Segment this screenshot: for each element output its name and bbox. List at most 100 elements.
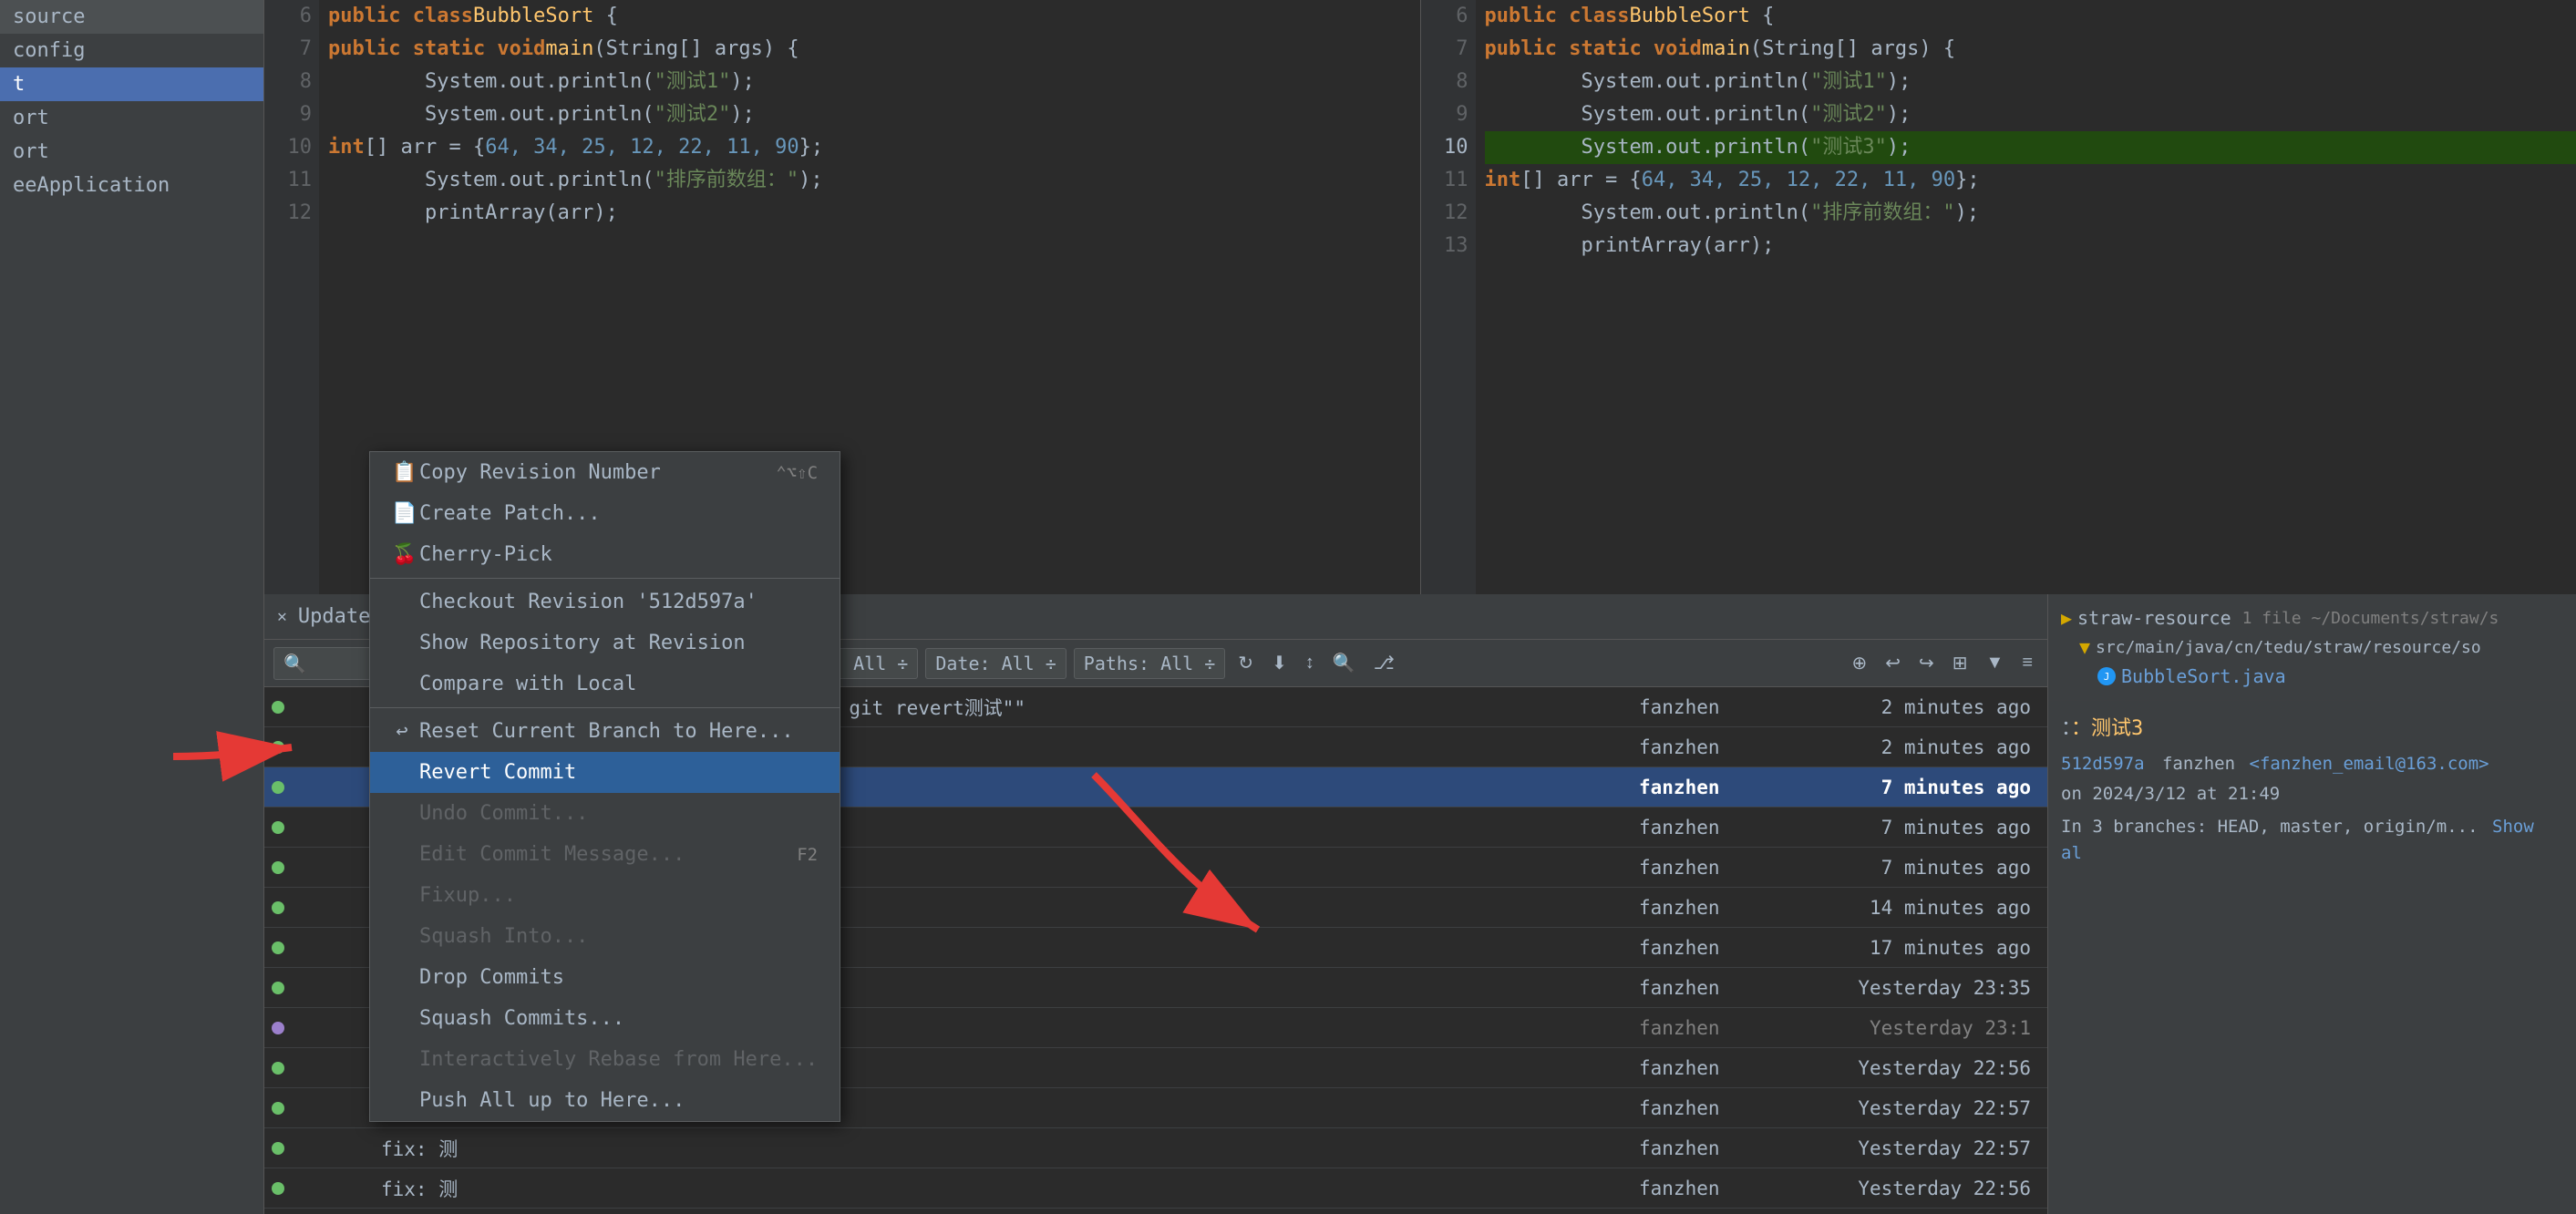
ctx-reset-branch[interactable]: ↩Reset Current Branch to Here... [370, 711, 840, 752]
line-numbers-left: 6 7 8 9 10 11 12 [264, 0, 319, 594]
ctx-fixup[interactable]: Fixup... [370, 875, 840, 916]
git-date: Yesterday 23:35 [1785, 977, 2040, 999]
undo-btn[interactable]: ↩ [1880, 648, 1906, 678]
git-msg: fix: 测 [381, 1175, 1639, 1202]
file-tree-sub[interactable]: ▼ src/main/java/cn/tedu/straw/resource/s… [2061, 633, 2563, 662]
copy-icon: 📋 [392, 461, 412, 484]
ctx-edit-commit-msg[interactable]: Edit Commit Message... F2 [370, 834, 840, 875]
ctx-squash-commits[interactable]: Squash Commits... [370, 998, 840, 1039]
sidebar-item-t[interactable]: t [0, 67, 263, 101]
commit-email: <fanzhen_email@163.com> [2250, 754, 2489, 774]
git-date: Yesterday 23:1 [1785, 1017, 2040, 1039]
ctx-show-repo[interactable]: Show Repository at Revision [370, 622, 840, 664]
code-lines-right: public class BubbleSort { public static … [1476, 0, 2576, 594]
file-count-hint: 1 file ~/Documents/straw/s [2242, 609, 2499, 628]
file-tree-file[interactable]: J BubbleSort.java [2061, 662, 2563, 691]
git-date: 14 minutes ago [1785, 897, 2040, 919]
git-date: 2 minutes ago [1785, 696, 2040, 718]
git-log-row[interactable]: fix: 测 fanzhen Yesterday 22:57 [264, 1128, 2047, 1168]
sub-path: src/main/java/cn/tedu/straw/resource/so [2096, 638, 2481, 657]
ctx-revert-commit[interactable]: Revert Commit [370, 752, 840, 793]
git-graph-col [272, 687, 381, 726]
sidebar-item-source[interactable]: source [0, 0, 263, 34]
filter-btn[interactable]: ▼ [1981, 649, 2010, 677]
paths-filter[interactable]: Paths: All ÷ [1074, 648, 1226, 679]
file-tree-section: ▶ straw-resource 1 file ~/Documents/stra… [2048, 594, 2576, 701]
ctx-interactive-rebase[interactable]: Interactively Rebase from Here... [370, 1039, 840, 1080]
date-filter[interactable]: Date: All ÷ [925, 648, 1066, 679]
git-graph-col [272, 767, 381, 807]
grid-btn[interactable]: ⊞ [1947, 648, 1973, 678]
commit-date-line: on 2024/3/12 at 21:49 [2061, 781, 2563, 808]
git-msg: fix: 测 [381, 1135, 1639, 1162]
ctx-push-all[interactable]: Push All up to Here... [370, 1080, 840, 1121]
git-user: fanzhen [1639, 696, 1785, 718]
refresh-btn[interactable]: ↻ [1232, 648, 1259, 678]
git-graph-col [272, 1088, 381, 1127]
sort-btn[interactable]: ↕ [1300, 649, 1320, 677]
commit-hash-line: 512d597a fanzhen <fanzhen_email@163.com> [2061, 751, 2563, 777]
git-user: fanzhen [1639, 1097, 1785, 1119]
more-btn[interactable]: ≡ [2016, 649, 2038, 677]
ctx-undo-commit[interactable]: Undo Commit... [370, 793, 840, 834]
git-log-row[interactable]: fix: 测 fanzhen Yesterday 22:56 [264, 1168, 2047, 1209]
root-name: straw-resource [2077, 607, 2231, 629]
commit-hash: 512d597a [2061, 754, 2145, 774]
sidebar-item-eeapp[interactable]: eeApplication [0, 169, 263, 202]
git-graph-col [272, 1048, 381, 1087]
sidebar-item-ort2[interactable]: ort [0, 135, 263, 169]
commit-author: fanzhen [2162, 754, 2235, 774]
navigate-btn[interactable]: ⊕ [1846, 648, 1872, 678]
git-graph-col [272, 968, 381, 1007]
git-date: Yesterday 22:57 [1785, 1097, 2040, 1119]
java-file-icon: J [2097, 667, 2116, 685]
right-panel: ▶ straw-resource 1 file ~/Documents/stra… [2047, 594, 2576, 1214]
ctx-compare-local[interactable]: Compare with Local [370, 664, 840, 705]
ctx-squash-into[interactable]: Squash Into... [370, 916, 840, 957]
git-graph-col [272, 888, 381, 927]
git-user: fanzhen [1639, 817, 1785, 838]
sidebar-item-config[interactable]: config [0, 34, 263, 67]
git-log-row[interactable]: fix: # fanzhen Yesterday 22:54 [264, 1209, 2047, 1214]
patch-icon: 📄 [392, 502, 412, 525]
ctx-create-patch[interactable]: 📄Create Patch... [370, 493, 840, 534]
ctx-separator [370, 578, 840, 579]
ctx-drop-commits[interactable]: Drop Commits [370, 957, 840, 998]
git-user: fanzhen [1639, 897, 1785, 919]
search-log-btn[interactable]: 🔍 [1327, 648, 1361, 678]
git-date: Yesterday 22:56 [1785, 1057, 2040, 1079]
search-icon: 🔍 [283, 653, 306, 674]
file-name: BubbleSort.java [2121, 665, 2286, 687]
git-graph-col [272, 1128, 381, 1168]
fetch-btn[interactable]: ⬇ [1266, 648, 1293, 678]
git-graph-col [272, 1209, 381, 1214]
git-graph-col [272, 808, 381, 847]
git-date: Yesterday 22:57 [1785, 1137, 2040, 1159]
git-graph-col [272, 848, 381, 887]
ctx-checkout-revision[interactable]: Checkout Revision '512d597a' [370, 581, 840, 622]
git-user: fanzhen [1639, 1017, 1785, 1039]
sidebar-item-ort1[interactable]: ort [0, 101, 263, 135]
folder-icon: ▼ [2079, 636, 2090, 658]
git-graph-col [272, 928, 381, 967]
ctx-cherry-pick[interactable]: 🍒Cherry-Pick [370, 534, 840, 575]
branch-view-btn[interactable]: ⎇ [1368, 648, 1400, 678]
ctx-copy-revision[interactable]: 📋Copy Revision Number ⌃⌥⇧C [370, 452, 840, 493]
ctx-separator [370, 707, 840, 708]
git-user: fanzhen [1639, 977, 1785, 999]
git-user: fanzhen [1639, 857, 1785, 879]
commit-subject: ：：测试3 [2061, 714, 2563, 744]
git-user: fanzhen [1639, 1137, 1785, 1159]
git-date: 7 minutes ago [1785, 857, 2040, 879]
file-tree-root[interactable]: ▶ straw-resource 1 file ~/Documents/stra… [2061, 603, 2563, 633]
git-graph-col [272, 1008, 381, 1047]
git-date: Yesterday 22:56 [1785, 1178, 2040, 1199]
context-menu: 📋Copy Revision Number ⌃⌥⇧C 📄Create Patch… [369, 451, 840, 1122]
panel-close-left[interactable]: ✕ [277, 607, 287, 626]
sidebar: source config t ort ort eeApplication [0, 0, 264, 1214]
commit-detail: ：：测试3 512d597a fanzhen <fanzhen_email@16… [2048, 701, 2576, 879]
git-graph-col [272, 1168, 381, 1208]
line-numbers-right: 6 7 8 9 10 11 12 13 [1421, 0, 1476, 594]
redo-btn[interactable]: ↪ [1913, 648, 1940, 678]
git-date: 7 minutes ago [1785, 777, 2040, 798]
